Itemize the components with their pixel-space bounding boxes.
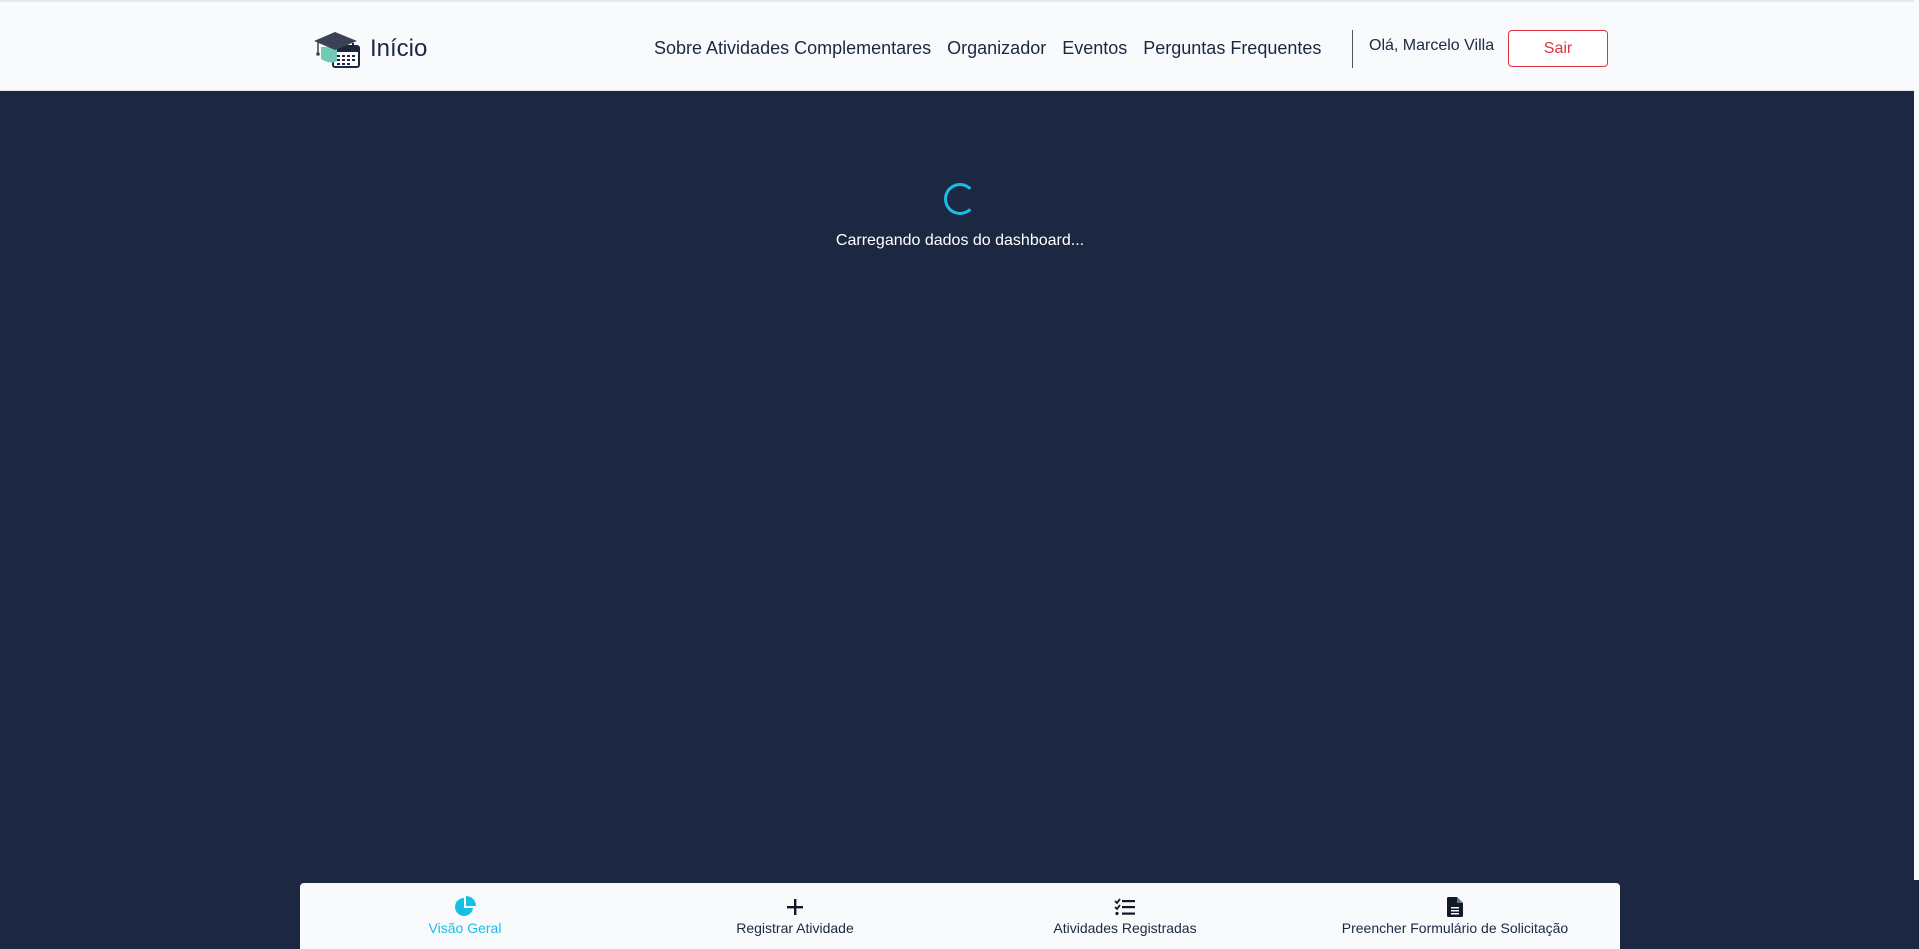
bottom-nav-request-form-label: Preencher Formulário de Solicitação [1341, 920, 1569, 936]
bottom-nav-overview[interactable]: Visão Geral [300, 883, 630, 949]
top-navbar: Início Sobre Atividades Complementares O… [0, 0, 1914, 91]
scrollbar[interactable] [1914, 0, 1919, 880]
graduation-cap-logo-icon [314, 32, 360, 68]
loading-spinner-icon [944, 183, 976, 215]
pie-chart-icon [453, 896, 477, 918]
bottom-nav-registered-activities-label: Atividades Registradas [1053, 920, 1197, 936]
bottom-nav-register-activity-label: Registrar Atividade [736, 920, 854, 936]
loading-indicator: Carregando dados do dashboard... [835, 183, 1085, 250]
nav-link-faq[interactable]: Perguntas Frequentes [1143, 38, 1321, 59]
plus-icon [783, 896, 807, 918]
bottom-nav-register-activity[interactable]: Registrar Atividade [630, 883, 960, 949]
home-link[interactable]: Início [313, 29, 427, 69]
logout-button[interactable]: Sair [1508, 30, 1608, 67]
nav-link-events[interactable]: Eventos [1062, 38, 1127, 59]
user-greeting: Olá, Marcelo Villa [1369, 37, 1495, 54]
main-nav: Sobre Atividades Complementares Organiza… [654, 38, 1321, 59]
page: Início Sobre Atividades Complementares O… [0, 0, 1919, 949]
checklist-icon [1113, 896, 1137, 918]
bottom-nav-registered-activities[interactable]: Atividades Registradas [960, 883, 1290, 949]
brand-label: Início [370, 35, 428, 62]
nav-link-organizer[interactable]: Organizador [947, 38, 1046, 59]
nav-link-about[interactable]: Sobre Atividades Complementares [654, 38, 931, 59]
bottom-nav-overview-label: Visão Geral [428, 920, 502, 936]
loading-message: Carregando dados do dashboard... [835, 232, 1085, 249]
nav-divider [1352, 30, 1353, 68]
document-icon [1443, 896, 1467, 918]
bottom-nav-request-form[interactable]: Preencher Formulário de Solicitação [1290, 883, 1620, 949]
bottom-nav: Visão Geral Registrar Atividade Atividad… [300, 883, 1620, 949]
